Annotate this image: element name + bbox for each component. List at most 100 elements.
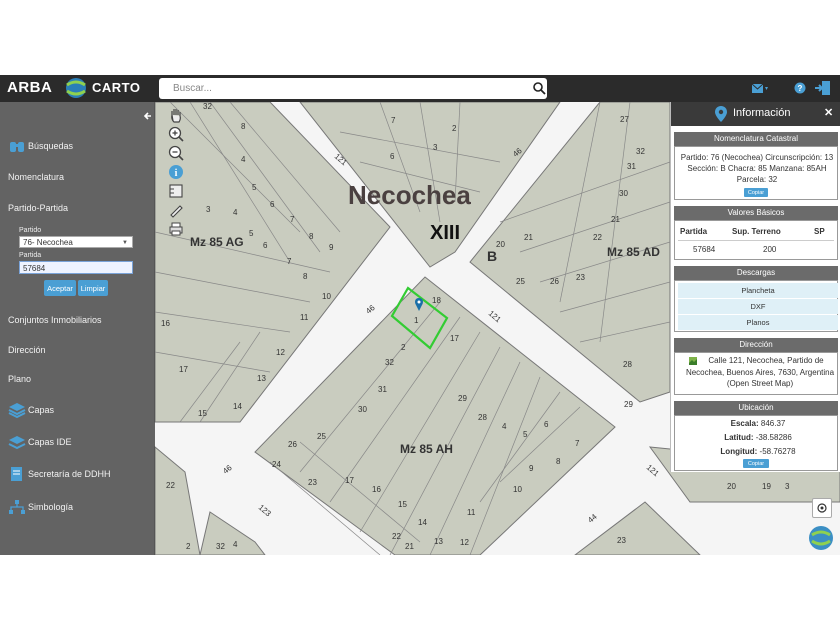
sidebar-item-label: Capas xyxy=(28,405,55,415)
copy-nomenclatura-button[interactable]: Copiar xyxy=(744,188,768,197)
top-bar: ARBA CARTO ? xyxy=(0,75,840,102)
sidebar-item-capas[interactable]: Capas xyxy=(0,397,155,423)
nomenclatura-line: Sección: B Chacra: 85 Manzana: 85AH xyxy=(687,164,827,173)
close-icon[interactable]: ✕ xyxy=(824,106,833,119)
download-dxf[interactable]: DXF xyxy=(678,299,838,314)
descargas-header: Descargas xyxy=(674,266,838,280)
info-panel-title: Información xyxy=(733,107,791,119)
valores-box: Partida Sup. Terreno SP 57684 200 xyxy=(674,220,838,260)
binoculars-icon xyxy=(10,142,24,152)
lot-number: 4 xyxy=(502,422,507,431)
partido-select[interactable]: 76- Necochea ▼ xyxy=(19,236,133,248)
lot-number: 22 xyxy=(392,532,401,541)
mail-icon[interactable] xyxy=(752,83,770,95)
nomenclatura-line: Partido: 76 (Necochea) Circunscripción: … xyxy=(680,153,834,162)
direccion-line: (Open Street Map) xyxy=(726,379,794,388)
sidebar-item-label: Nomenclatura xyxy=(8,172,65,182)
lot-number: 2 xyxy=(401,343,406,352)
ubicacion-box: Escala: 846.37 Latitud: -38.58286 Longit… xyxy=(674,415,838,471)
sidebar-item-simbologia[interactable]: Simbología xyxy=(0,494,155,520)
lot-number: 14 xyxy=(233,402,242,411)
lot-number: 13 xyxy=(257,374,266,383)
info-panel-header: Información ✕ xyxy=(671,102,840,126)
draw-icon[interactable] xyxy=(168,202,184,218)
table-cell: 200 xyxy=(763,245,777,254)
limpiar-button[interactable]: Limpiar xyxy=(78,280,108,296)
sidebar-item-label: Conjuntos Inmobiliarios xyxy=(8,315,102,325)
latitud-label: Latitud: xyxy=(724,433,754,442)
lot-number: 32 xyxy=(385,358,394,367)
sidebar-item-conjuntos[interactable]: Conjuntos Inmobiliarios xyxy=(0,307,155,333)
search-icon[interactable] xyxy=(532,81,546,95)
lot-number: 4 xyxy=(233,540,238,549)
sidebar-item-label: Partido-Partida xyxy=(8,203,69,213)
lot-number: 16 xyxy=(161,319,170,328)
lot-number: 23 xyxy=(576,273,585,282)
direccion-line: Calle 121, Necochea, Partido de xyxy=(708,356,824,365)
aceptar-button[interactable]: Aceptar xyxy=(44,280,76,296)
sidebar-item-busquedas[interactable]: Búsquedas xyxy=(0,133,155,159)
valores-header: Valores Básicos xyxy=(674,206,838,220)
lot-number: 21 xyxy=(524,233,533,242)
lot-number: 5 xyxy=(523,430,528,439)
zoom-in-icon[interactable] xyxy=(168,126,184,142)
search-input[interactable] xyxy=(159,78,547,99)
sidebar-item-ddhh[interactable]: Secretaría de DDHH xyxy=(0,461,155,487)
lot-number: 1 xyxy=(414,316,419,325)
sidebar-item-nomenclatura[interactable]: Nomenclatura xyxy=(0,164,155,190)
carto-logo-text: CARTO xyxy=(92,80,141,95)
lot-number: 9 xyxy=(529,464,534,473)
lot-number: 10 xyxy=(513,485,522,494)
lot-number: 31 xyxy=(627,162,636,171)
lot-number: 27 xyxy=(620,115,629,124)
sidebar-item-plano[interactable]: Plano xyxy=(0,366,155,392)
locate-button[interactable] xyxy=(812,498,832,518)
lot-number: 7 xyxy=(287,257,292,266)
escala-value: 846.37 xyxy=(760,419,786,428)
svg-text:i: i xyxy=(175,168,178,179)
lot-number: 9 xyxy=(329,243,334,252)
copy-ubicacion-button[interactable]: Copiar xyxy=(743,459,769,468)
print-icon[interactable] xyxy=(168,221,184,237)
lot-number: 32 xyxy=(636,147,645,156)
lot-number: 3 xyxy=(785,482,790,491)
ruler-icon[interactable] xyxy=(168,183,184,199)
descargas-box: Plancheta DXF Planos xyxy=(674,280,838,332)
lot-number: 20 xyxy=(496,240,505,249)
partida-input[interactable]: 57684 xyxy=(19,261,133,274)
zoom-out-icon[interactable] xyxy=(168,145,184,161)
crosshair-icon xyxy=(817,503,827,513)
latitud-row: Latitud: -38.58286 xyxy=(679,433,837,442)
lot-number: 24 xyxy=(272,460,281,469)
lot-number: 4 xyxy=(233,208,238,217)
table-header: Sup. Terreno xyxy=(732,227,781,236)
pan-hand-icon[interactable] xyxy=(168,107,184,123)
sidebar-item-partido-partida[interactable]: Partido-Partida xyxy=(0,195,155,221)
logout-icon[interactable] xyxy=(814,79,832,97)
sidebar-item-label: Secretaría de DDHH xyxy=(28,469,111,479)
lot-number: 17 xyxy=(450,334,459,343)
info-tool-icon[interactable]: i xyxy=(168,164,184,180)
lot-number: 6 xyxy=(544,420,549,429)
arrow-left-icon[interactable] xyxy=(143,111,153,121)
help-icon[interactable]: ? xyxy=(794,82,806,94)
sidebar-item-direccion[interactable]: Dirección xyxy=(0,337,155,363)
chevron-down-icon: ▼ xyxy=(122,240,128,246)
lot-number: 25 xyxy=(516,277,525,286)
download-planos[interactable]: Planos xyxy=(678,315,838,330)
globe-icon[interactable] xyxy=(808,525,834,551)
sidebar-item-capas-ide[interactable]: Capas IDE xyxy=(0,429,155,455)
lot-number: 15 xyxy=(198,409,207,418)
lot-number: 23 xyxy=(308,478,317,487)
lot-number: 12 xyxy=(460,538,469,547)
download-plancheta[interactable]: Plancheta xyxy=(678,283,838,298)
longitud-value: -58.76278 xyxy=(759,447,796,456)
lot-number: 6 xyxy=(263,241,268,250)
lot-number: 10 xyxy=(322,292,331,301)
lot-number: 6 xyxy=(390,152,395,161)
longitud-label: Longitud: xyxy=(720,447,758,456)
lot-number: 4 xyxy=(241,155,246,164)
table-header: Partida xyxy=(680,227,708,236)
lot-number: 22 xyxy=(166,481,175,490)
lot-number: 30 xyxy=(619,189,628,198)
